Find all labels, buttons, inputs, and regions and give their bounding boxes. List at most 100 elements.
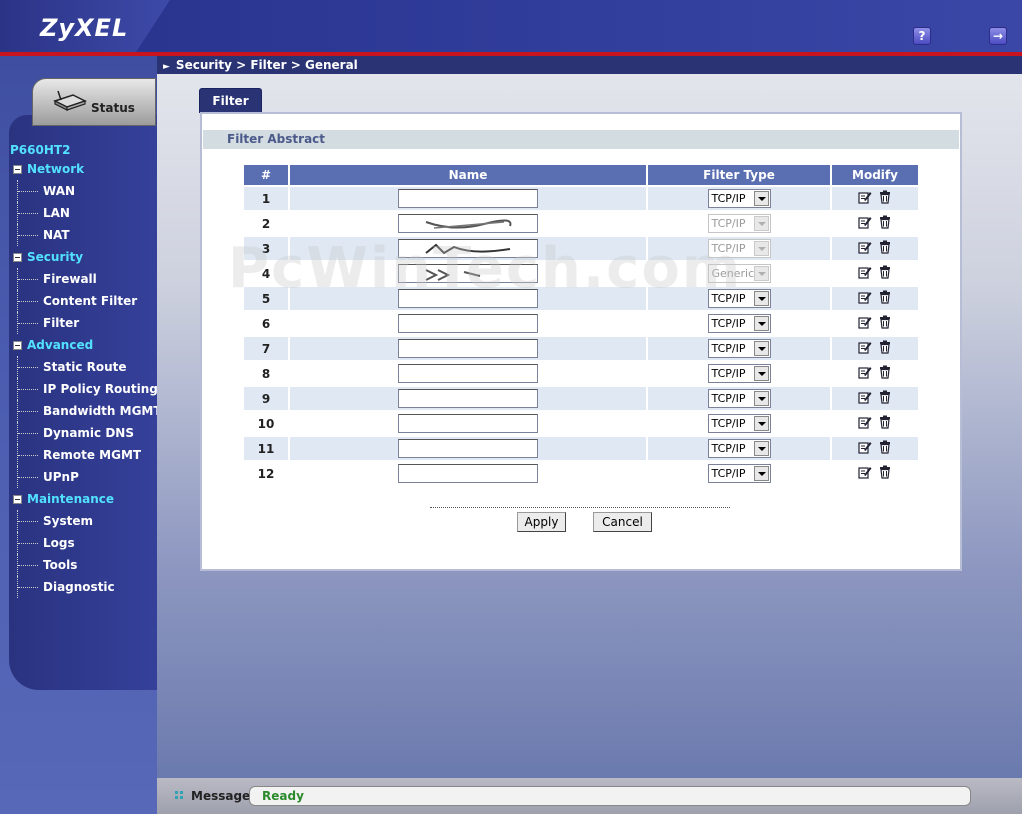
filter-type-select[interactable]: TCP/IP (707, 364, 771, 383)
filter-type-cell: TCP/IP (648, 462, 830, 485)
delete-icon[interactable] (878, 365, 892, 379)
menu-item-ip-policy-routing[interactable]: IP Policy Routing (10, 378, 158, 400)
edit-icon[interactable] (858, 340, 872, 354)
status-tab[interactable]: Status (32, 78, 156, 126)
column-header-filter-type: Filter Type (648, 165, 830, 185)
table-row: 11 TCP/IP (244, 437, 918, 460)
menu-category-security[interactable]: Security (10, 246, 157, 268)
filter-type-select[interactable]: TCP/IP (707, 464, 771, 483)
menu-item-wan[interactable]: WAN (10, 180, 157, 202)
help-icon: ? (918, 29, 926, 43)
edit-icon[interactable] (858, 365, 872, 379)
filter-type-select[interactable]: TCP/IP (707, 189, 771, 208)
edit-icon[interactable] (858, 390, 872, 404)
filter-type-select[interactable]: TCP/IP (707, 389, 771, 408)
filter-type-select[interactable]: TCP/IP (707, 314, 771, 333)
delete-icon[interactable] (878, 440, 892, 454)
name-input[interactable] (398, 314, 538, 333)
delete-icon[interactable] (878, 465, 892, 479)
menu-item-firewall[interactable]: Firewall (10, 268, 157, 290)
table-row: 7 TCP/IP (244, 337, 918, 360)
menu-item-lan[interactable]: LAN (10, 202, 157, 224)
filter-type-select: Generic (707, 264, 771, 283)
device-model: P660HT2 (10, 143, 71, 157)
filter-type-select[interactable]: TCP/IP (707, 414, 771, 433)
menu-category-maintenance[interactable]: Maintenance (10, 488, 157, 510)
help-button[interactable]: ? (913, 27, 931, 45)
menu-category-network[interactable]: Network (10, 158, 157, 180)
filter-type-value: TCP/IP (711, 342, 746, 355)
name-cell (290, 337, 646, 360)
modify-cell (832, 287, 918, 310)
menu-item-bandwidth-mgmt[interactable]: Bandwidth MGMT (10, 400, 162, 422)
filter-type-cell: TCP/IP (648, 287, 830, 310)
table-row: 2 TCP/IP (244, 212, 918, 235)
menu-item-tools[interactable]: Tools (10, 554, 157, 576)
menu-item-content-filter[interactable]: Content Filter (10, 290, 157, 312)
edit-icon[interactable] (858, 290, 872, 304)
modify-cell (832, 262, 918, 285)
delete-icon[interactable] (878, 415, 892, 429)
column-header-number: # (244, 165, 288, 185)
menu-item-static-route[interactable]: Static Route (10, 356, 157, 378)
filter-type-value: TCP/IP (711, 367, 746, 380)
apply-button[interactable]: Apply (517, 512, 566, 532)
name-input[interactable] (398, 389, 538, 408)
name-input[interactable] (398, 339, 538, 358)
cancel-button[interactable]: Cancel (593, 512, 652, 532)
chevron-down-icon (753, 366, 769, 381)
name-input[interactable] (398, 189, 538, 208)
delete-icon[interactable] (878, 290, 892, 304)
filter-type-cell: TCP/IP (648, 337, 830, 360)
name-cell (290, 212, 646, 235)
edit-icon[interactable] (858, 440, 872, 454)
edit-icon[interactable] (858, 240, 872, 254)
row-number: 4 (244, 262, 288, 285)
edit-icon[interactable] (858, 415, 872, 429)
filter-type-cell: TCP/IP (648, 412, 830, 435)
menu-item-upnp[interactable]: UPnP (10, 466, 157, 488)
menu-item-dynamic-dns[interactable]: Dynamic DNS (10, 422, 157, 444)
name-input[interactable] (398, 239, 538, 258)
edit-icon[interactable] (858, 465, 872, 479)
modify-cell (832, 437, 918, 460)
delete-icon[interactable] (878, 265, 892, 279)
menu-item-diagnostic[interactable]: Diagnostic (10, 576, 157, 598)
filter-type-select[interactable]: TCP/IP (707, 289, 771, 308)
menu-item-system[interactable]: System (10, 510, 157, 532)
name-input[interactable] (398, 214, 538, 233)
delete-icon[interactable] (878, 315, 892, 329)
logout-icon: → (992, 29, 1004, 43)
name-input[interactable] (398, 414, 538, 433)
menu-item-nat[interactable]: NAT (10, 224, 157, 246)
menu-item-logs[interactable]: Logs (10, 532, 157, 554)
menu-category-advanced[interactable]: Advanced (10, 334, 157, 356)
name-input[interactable] (398, 464, 538, 483)
logout-button[interactable]: → (989, 27, 1007, 45)
delete-icon[interactable] (878, 190, 892, 204)
edit-icon[interactable] (858, 315, 872, 329)
name-input[interactable] (398, 264, 538, 283)
filter-type-select[interactable]: TCP/IP (707, 439, 771, 458)
filter-type-value: TCP/IP (711, 242, 746, 255)
delete-icon[interactable] (878, 215, 892, 229)
edit-icon[interactable] (858, 265, 872, 279)
row-number: 1 (244, 187, 288, 210)
filter-type-select[interactable]: TCP/IP (707, 339, 771, 358)
menu-item-filter[interactable]: Filter (10, 312, 157, 334)
row-number: 9 (244, 387, 288, 410)
delete-icon[interactable] (878, 390, 892, 404)
delete-icon[interactable] (878, 340, 892, 354)
chevron-down-icon (753, 341, 769, 356)
name-input[interactable] (398, 439, 538, 458)
name-input[interactable] (398, 364, 538, 383)
menu-item-remote-mgmt[interactable]: Remote MGMT (10, 444, 157, 466)
edit-icon[interactable] (858, 215, 872, 229)
name-input[interactable] (398, 289, 538, 308)
delete-icon[interactable] (878, 240, 892, 254)
modify-cell (832, 462, 918, 485)
table-row: 9 TCP/IP (244, 387, 918, 410)
chevron-down-icon (753, 441, 769, 456)
tab-filter[interactable]: Filter (199, 88, 262, 113)
edit-icon[interactable] (858, 190, 872, 204)
